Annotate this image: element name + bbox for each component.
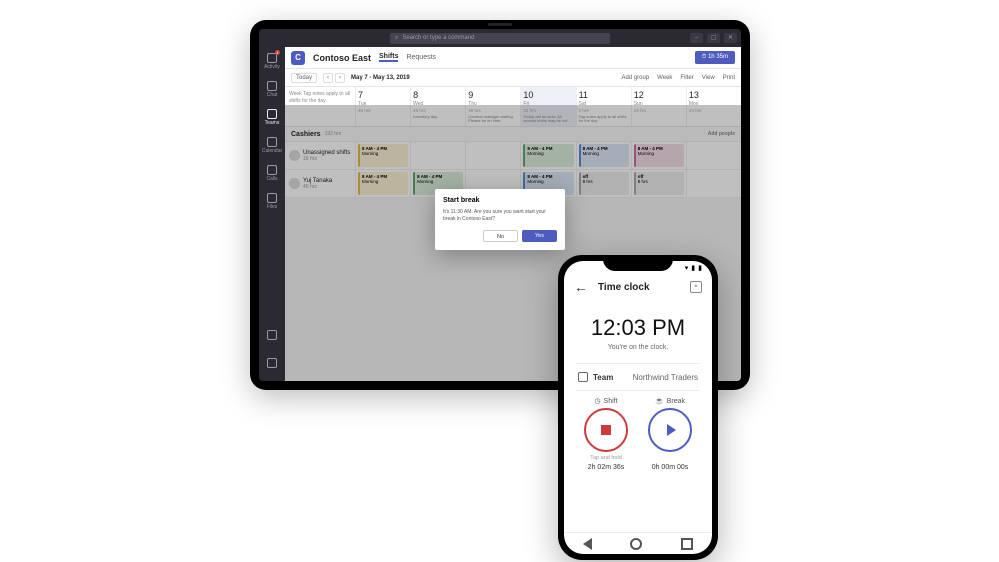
- signal-icon: ▮: [691, 264, 695, 272]
- day-number: 8: [413, 90, 463, 100]
- break-column: ☕Break 0h 00m 00s: [640, 397, 700, 471]
- view-week-button[interactable]: Week: [657, 75, 672, 81]
- add-group-button[interactable]: Add group: [621, 75, 649, 81]
- apps-icon: [267, 330, 277, 340]
- break-hint: [669, 455, 671, 461]
- team-header: C Contoso East Shifts Requests ⏱ 1h 35m: [285, 47, 741, 69]
- shift-duration: 2h 02m 36s: [588, 464, 625, 471]
- start-break-dialog: Start break It's 11:30 AM. Are you sure …: [435, 189, 565, 250]
- tablet-camera: [488, 23, 512, 26]
- android-navbar: [564, 532, 712, 554]
- rail-apps[interactable]: [263, 325, 281, 345]
- close-button[interactable]: ✕: [724, 33, 737, 43]
- activity-badge: 1: [275, 50, 280, 55]
- team-label: Team: [593, 373, 613, 382]
- clock-actions: ◷Shift Tap and hold 2h 02m 36s ☕Break 0h…: [564, 391, 712, 473]
- rail-teams[interactable]: Teams: [263, 107, 281, 127]
- rail-calls[interactable]: Calls: [263, 163, 281, 183]
- nav-back[interactable]: [583, 538, 592, 550]
- dialog-title: Start break: [443, 197, 557, 204]
- rail-activity[interactable]: 1 Activity: [263, 51, 281, 71]
- wifi-icon: ▾: [685, 264, 689, 272]
- team-icon: [578, 372, 588, 382]
- rail-chat[interactable]: Chat: [263, 79, 281, 99]
- team-value: Northwind Traders: [633, 373, 698, 382]
- phone-icon: [267, 165, 277, 175]
- maximize-button[interactable]: ▢: [707, 33, 720, 43]
- teams-icon: [267, 109, 277, 119]
- rail-files[interactable]: Files: [263, 191, 281, 211]
- clock-icon: ◷: [594, 397, 600, 405]
- dialog-yes-button[interactable]: Yes: [522, 230, 557, 242]
- location-icon[interactable]: ⌖: [690, 281, 702, 293]
- phone-header: ← Time clock ⌖: [564, 275, 712, 299]
- rail-help[interactable]: [263, 353, 281, 373]
- window-titlebar: ⌕ Search or type a command – ▢ ✕: [259, 29, 741, 47]
- back-button[interactable]: ←: [574, 279, 588, 295]
- help-icon: [267, 358, 277, 368]
- day-number: 13: [689, 90, 739, 100]
- search-icon: ⌕: [395, 35, 398, 42]
- filter-button[interactable]: Filter: [680, 75, 693, 81]
- coffee-icon: ☕: [655, 397, 664, 405]
- calendar-icon: [267, 137, 277, 147]
- schedule-toolbar: Today ‹ › May 7 - May 13, 2019 Add group…: [285, 69, 741, 87]
- day-number: 9: [468, 90, 518, 100]
- rail-calendar[interactable]: Calendar: [263, 135, 281, 155]
- day-number: 11: [579, 90, 629, 100]
- clock-pill[interactable]: ⏱ 1h 35m: [695, 51, 735, 64]
- team-name: Contoso East: [313, 53, 371, 63]
- nav-home[interactable]: [630, 538, 642, 550]
- team-avatar: C: [291, 51, 305, 65]
- current-time: 12:03 PM: [564, 315, 712, 341]
- chat-icon: [267, 81, 277, 91]
- day-number: 12: [634, 90, 684, 100]
- timeclock-app: ▾ ▮ ▮ ← Time clock ⌖ 12:03 PM You're on …: [564, 261, 712, 554]
- clock-subtitle: You're on the clock.: [564, 344, 712, 351]
- prev-week-button[interactable]: ‹: [323, 73, 333, 83]
- break-start-button[interactable]: [648, 408, 692, 452]
- file-icon: [267, 193, 277, 203]
- stop-icon: [601, 425, 611, 435]
- app-rail: 1 Activity Chat Teams Calendar Calls Fil…: [259, 47, 285, 381]
- phone-notch: [603, 255, 673, 271]
- shift-stop-button[interactable]: [584, 408, 628, 452]
- print-button[interactable]: Print: [723, 75, 735, 81]
- search-box[interactable]: ⌕ Search or type a command: [390, 33, 610, 44]
- phone-title: Time clock: [598, 282, 650, 293]
- break-duration: 0h 00m 00s: [652, 464, 689, 471]
- tab-requests[interactable]: Requests: [406, 54, 436, 61]
- tab-shifts[interactable]: Shifts: [379, 53, 398, 62]
- minimize-button[interactable]: –: [690, 33, 703, 43]
- team-row[interactable]: Team Northwind Traders: [564, 364, 712, 390]
- clock-display: 12:03 PM You're on the clock.: [564, 299, 712, 363]
- shift-label: ◷Shift: [594, 397, 617, 405]
- next-week-button[interactable]: ›: [335, 73, 345, 83]
- day-number: 7: [358, 90, 408, 100]
- nav-recent[interactable]: [681, 538, 693, 550]
- view-button[interactable]: View: [702, 75, 715, 81]
- shift-hint: Tap and hold: [590, 455, 622, 461]
- date-range[interactable]: May 7 - May 13, 2019: [351, 75, 410, 81]
- search-placeholder: Search or type a command: [402, 35, 474, 41]
- shift-column: ◷Shift Tap and hold 2h 02m 36s: [576, 397, 636, 471]
- day-number: 10: [523, 90, 573, 100]
- play-icon: [667, 424, 676, 436]
- phone-device: ▾ ▮ ▮ ← Time clock ⌖ 12:03 PM You're on …: [558, 255, 718, 560]
- battery-icon: ▮: [698, 264, 702, 272]
- dialog-body: It's 11:30 AM. Are you sure you want sta…: [443, 209, 557, 222]
- break-label: ☕Break: [655, 397, 685, 405]
- dialog-no-button[interactable]: No: [483, 230, 518, 242]
- today-button[interactable]: Today: [291, 73, 317, 83]
